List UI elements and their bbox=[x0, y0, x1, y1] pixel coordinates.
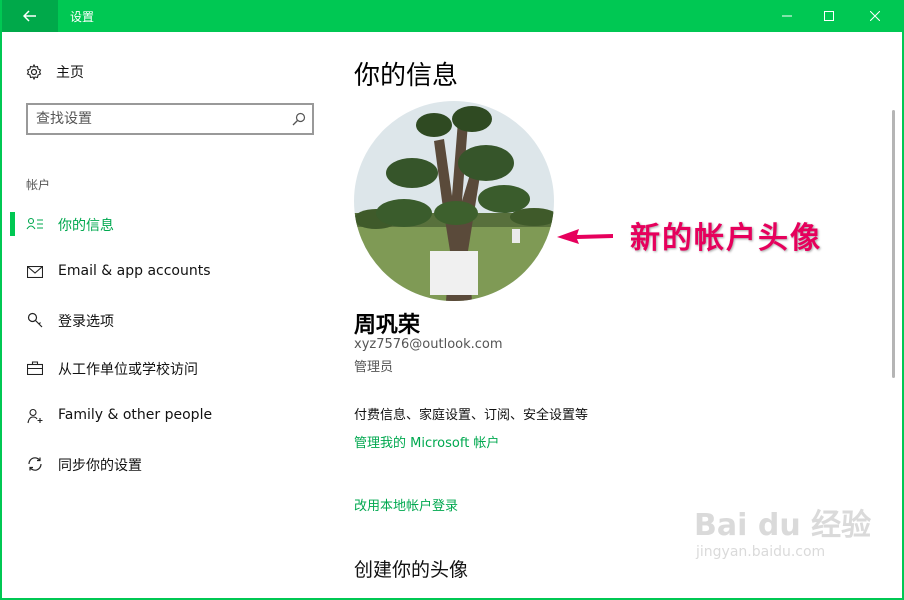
minimize-button[interactable] bbox=[764, 0, 810, 32]
key-icon bbox=[26, 312, 44, 328]
sidebar-item-label: 同步你的设置 bbox=[58, 458, 142, 474]
title-bar: 设置 bbox=[2, 0, 902, 32]
scrollbar[interactable] bbox=[892, 110, 895, 378]
manage-microsoft-account-link[interactable]: 管理我的 Microsoft 帐户 bbox=[354, 432, 499, 451]
watermark-url: jingyan.baidu.com bbox=[696, 544, 826, 560]
mail-icon bbox=[26, 264, 44, 280]
active-indicator bbox=[10, 212, 15, 236]
window-title: 设置 bbox=[70, 10, 95, 24]
user-name: 周巩荣 bbox=[354, 313, 421, 338]
billing-info-text: 付费信息、家庭设置、订阅、安全设置等 bbox=[354, 408, 589, 423]
search-input[interactable] bbox=[36, 109, 286, 129]
gear-icon bbox=[26, 64, 42, 80]
back-arrow-icon bbox=[23, 10, 36, 22]
sidebar-item-label: Email & app accounts bbox=[58, 263, 211, 279]
back-button[interactable] bbox=[2, 0, 58, 32]
sidebar-item-label: 你的信息 bbox=[58, 218, 114, 234]
settings-window: 设置 主页 帐户 bbox=[0, 0, 904, 600]
person-info-icon bbox=[26, 216, 44, 232]
user-role: 管理员 bbox=[354, 360, 394, 375]
nav-home[interactable]: 主页 bbox=[26, 62, 84, 82]
sidebar-item-email-accounts[interactable]: Email & app accounts bbox=[10, 257, 310, 287]
sidebar-item-family[interactable]: Family & other people bbox=[10, 401, 310, 431]
sidebar-item-label: 从工作单位或学校访问 bbox=[58, 362, 198, 378]
user-email: xyz7576@outlook.com bbox=[354, 337, 503, 352]
local-account-signin-link[interactable]: 改用本地帐户登录 bbox=[354, 495, 458, 514]
sync-icon bbox=[26, 456, 44, 472]
minimize-icon bbox=[782, 15, 792, 17]
sidebar-item-label: Family & other people bbox=[58, 407, 213, 423]
sidebar-item-your-info[interactable]: 你的信息 bbox=[10, 209, 310, 239]
section-label-accounts: 帐户 bbox=[26, 178, 51, 192]
person-add-icon bbox=[26, 408, 44, 424]
annotation-arrow-icon bbox=[557, 229, 613, 244]
maximize-icon bbox=[824, 11, 834, 21]
sidebar-item-label: 登录选项 bbox=[58, 314, 114, 330]
avatar-tree-photo bbox=[354, 101, 554, 301]
nav-home-label: 主页 bbox=[56, 65, 84, 81]
create-avatar-heading: 创建你的头像 bbox=[354, 559, 469, 581]
sidebar-item-sync[interactable]: 同步你的设置 bbox=[10, 449, 310, 479]
sidebar-item-work-school[interactable]: 从工作单位或学校访问 bbox=[10, 353, 310, 383]
annotation-label: 新的帐户头像 bbox=[630, 221, 822, 256]
briefcase-icon bbox=[26, 360, 44, 376]
search-box[interactable] bbox=[26, 103, 314, 135]
search-icon[interactable] bbox=[292, 112, 306, 126]
watermark: Bai du 经验 jingyan.baidu.com bbox=[694, 500, 871, 560]
close-button[interactable] bbox=[852, 0, 898, 32]
close-icon bbox=[870, 11, 880, 21]
page-title: 你的信息 bbox=[354, 61, 459, 91]
sidebar-item-sign-in-options[interactable]: 登录选项 bbox=[10, 305, 310, 335]
account-avatar bbox=[354, 101, 554, 301]
watermark-brand: Bai du 经验 bbox=[694, 508, 872, 543]
maximize-button[interactable] bbox=[806, 0, 852, 32]
